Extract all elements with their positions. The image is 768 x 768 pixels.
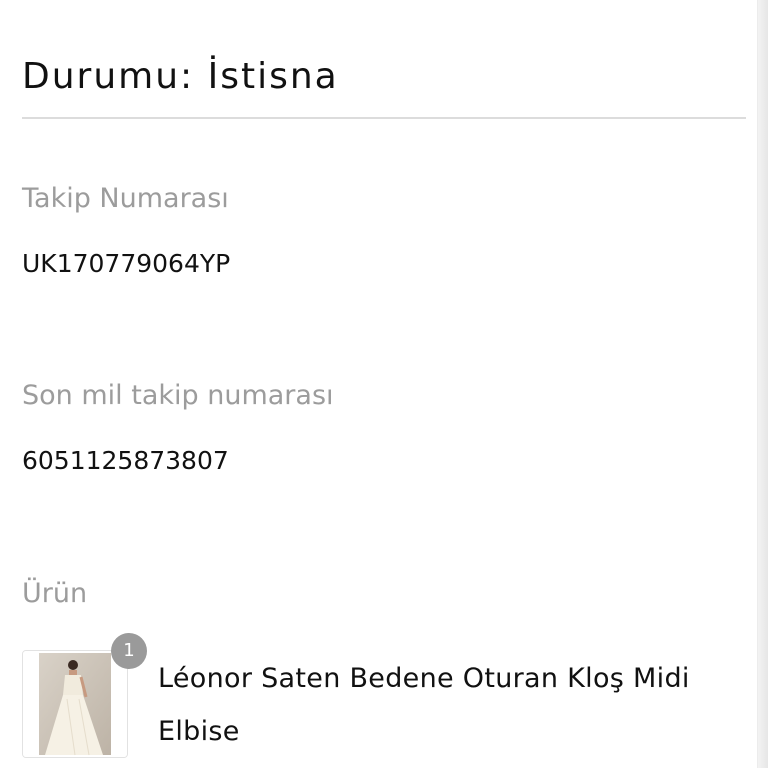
product-name-link[interactable]: Léonor Saten Bedene Oturan Kloş Midi Elb… xyxy=(158,652,738,758)
product-image[interactable] xyxy=(22,650,128,758)
scroll-edge xyxy=(757,0,768,768)
status-title: Durumu: İstisna xyxy=(22,56,339,97)
last-mile-tracking-label: Son mil takip numarası xyxy=(22,380,334,411)
last-mile-tracking-value[interactable]: 6051125873807 xyxy=(22,446,229,475)
title-divider xyxy=(22,117,746,119)
dress-image-icon xyxy=(23,651,127,757)
tracking-number-label: Takip Numarası xyxy=(22,183,229,214)
tracking-number-value[interactable]: UK170779064YP xyxy=(22,249,230,278)
product-section-label: Ürün xyxy=(22,578,88,609)
quantity-badge: 1 xyxy=(111,633,147,669)
